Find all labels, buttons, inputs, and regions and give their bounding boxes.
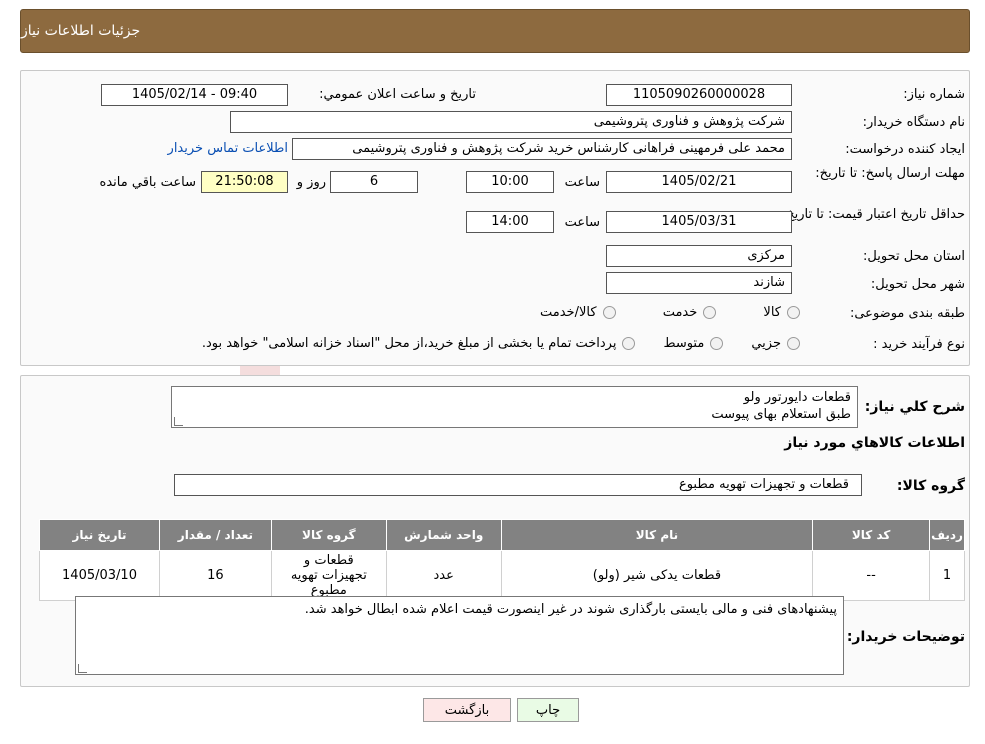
resize-handle-icon[interactable] [78,664,87,673]
col-header-name: نام کالا [500,519,814,551]
category-option-goods[interactable]: کالا [763,305,800,320]
description-line-2: طبق استعلام بهای پیوست [711,407,851,422]
creator-label: ایجاد کننده درخواست: [845,142,965,157]
need-number-label: شماره نیاز: [903,87,965,102]
radio-icon[interactable] [602,306,616,319]
col-header-row-number: رديف [929,519,965,551]
cell-unit: عدد [385,550,502,601]
goods-group-field: قطعات و تجهیزات تهویه مطبوع [174,474,862,496]
buyer-org-field: شرکت پژوهش و فناوری پتروشیمی [230,111,792,133]
radio-icon[interactable] [703,306,717,319]
description-label: شرح کلي نياز: [864,399,965,415]
deadline-date-field: 1405/02/21 [606,171,792,193]
city-field: شازند [606,272,792,294]
col-header-quantity: تعداد / مقدار [159,519,272,551]
radio-icon[interactable] [787,306,800,319]
buyer-notes-text: پیشنهادهای فنی و مالی بایستی بارگذاری شو… [304,602,837,617]
announce-date-label: تاریخ و ساعت اعلان عمومي: [319,87,476,102]
col-header-group: گروه کالا [270,519,387,551]
price-validity-time-label: ساعت [564,215,600,230]
announce-date-field: 1405/02/14 - 09:40 [101,84,288,106]
resize-handle-icon[interactable] [174,417,183,426]
need-number-field: 1105090260000028 [606,84,792,106]
process-type-label: نوع فرآیند خرید : [873,337,965,352]
process-type-options: جزیي متوسط پرداخت تمام یا بخشی از مبلغ خ… [130,336,800,351]
price-validity-date-field: 1405/03/31 [606,211,792,233]
description-line-1: قطعات دایورتور ولو [743,390,851,405]
back-button[interactable]: بازگشت [423,698,511,722]
price-validity-time-field: 14:00 [466,211,554,233]
cell-date: 1405/03/10 [39,550,160,601]
process-option-medium[interactable]: متوسط [663,336,724,351]
print-button[interactable]: چاپ [517,698,579,722]
province-label: استان محل تحویل: [863,249,965,264]
city-label: شهر محل تحویل: [870,277,965,292]
page-title: جزئیات اطلاعات نیاز [21,23,141,39]
cell-quantity: 16 [159,550,272,601]
page-header: جزئیات اطلاعات نیاز [20,9,970,53]
cell-row-number: 1 [929,550,965,601]
treasury-payment-note: پرداخت تمام یا بخشی از مبلغ خرید،از محل … [201,336,617,351]
goods-group-label: گروه کالا: [896,478,965,494]
buyer-notes-label: توضیحات خریدار: [846,629,965,645]
col-header-code: کد کالا [812,519,931,551]
treasury-payment-option[interactable]: پرداخت تمام یا بخشی از مبلغ خرید،از محل … [202,336,636,351]
remaining-time-label: ساعت باقي مانده [99,175,196,190]
deadline-time-label: ساعت [564,175,600,190]
buyer-notes-textarea[interactable]: پیشنهادهای فنی و مالی بایستی بارگذاری شو… [75,596,844,675]
price-validity-label: حداقل تاریخ اعتبار قیمت: تا تاریخ: [781,207,965,222]
table-row: 1 -- قطعات یدکی شیر (ولو) عدد قطعات و تج… [39,550,965,601]
creator-field: محمد علی فرمهینی فراهانی کارشناس خرید شر… [292,138,792,160]
buyer-org-label: نام دستگاه خریدار: [862,115,965,130]
remaining-time-field: 21:50:08 [201,171,288,193]
goods-table: رديف کد کالا نام کالا واحد شمارش گروه کا… [39,519,965,601]
cell-code: -- [812,550,931,601]
checkbox-icon[interactable] [622,337,636,350]
cell-name: قطعات یدکی شیر (ولو) [500,550,814,601]
radio-icon[interactable] [710,337,724,350]
category-options: کالا خدمت کالا/خدمت [540,305,800,320]
radio-icon[interactable] [787,337,800,350]
deadline-time-field: 10:00 [466,171,554,193]
process-option-minor[interactable]: جزیي [751,336,800,351]
days-field: 6 [330,171,418,193]
col-header-unit: واحد شمارش [385,519,502,551]
province-field: مرکزی [606,245,792,267]
table-header-row: رديف کد کالا نام کالا واحد شمارش گروه کا… [39,519,965,551]
col-header-date: تاریخ نیاز [39,519,160,551]
description-textarea[interactable]: قطعات دایورتور ولو طبق استعلام بهای پیوس… [171,386,858,428]
goods-info-title: اطلاعات کالاهاي مورد نياز [784,435,965,451]
category-label: طبقه بندی موضوعی: [849,306,965,321]
buyer-contact-link[interactable]: اطلاعات تماس خریدار [150,141,288,156]
deadline-label: مهلت ارسال پاسخ: تا تاریخ: [815,166,965,181]
category-option-goods-service[interactable]: کالا/خدمت [540,305,616,320]
category-option-service[interactable]: خدمت [663,305,717,320]
cell-group: قطعات و تجهیزات تهویه مطبوع [270,550,387,601]
days-label: روز و [296,175,326,190]
